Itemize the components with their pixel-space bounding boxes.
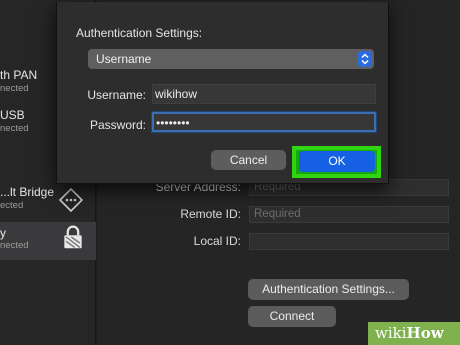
- watermark-suffix: How: [406, 324, 444, 342]
- sidebar-item-status: ected: [0, 200, 24, 211]
- auth-type-dropdown[interactable]: Username: [88, 49, 374, 69]
- watermark-prefix: wiki: [375, 324, 407, 342]
- wikihow-watermark: wikiHow: [368, 322, 460, 345]
- cancel-button[interactable]: Cancel: [211, 150, 286, 170]
- up-down-chevron-icon: [358, 51, 372, 67]
- lock-icon: [64, 225, 82, 249]
- sidebar-item-status: nected: [0, 240, 29, 251]
- local-id-label: Local ID:: [193, 234, 241, 248]
- sidebar-item-label: USB: [0, 108, 25, 122]
- username-field[interactable]: wikihow: [152, 84, 376, 104]
- ok-button[interactable]: OK: [299, 151, 375, 172]
- remote-id-label: Remote ID:: [180, 207, 241, 221]
- password-label: Password:: [89, 118, 146, 132]
- dialog-title: Authentication Settings:: [76, 26, 203, 40]
- username-label: Username:: [87, 88, 146, 102]
- authentication-settings-dialog: Authentication Settings: Username Userna…: [56, 2, 389, 184]
- sidebar-item-label: y: [0, 226, 6, 240]
- remote-id-input[interactable]: Required: [249, 206, 449, 223]
- bridge-arrows-icon: [58, 187, 84, 213]
- connect-button[interactable]: Connect: [248, 306, 336, 327]
- sidebar-item-label: th PAN: [0, 68, 38, 82]
- password-field[interactable]: ••••••••: [152, 112, 376, 132]
- authentication-settings-button[interactable]: Authentication Settings...: [248, 279, 409, 300]
- sidebar-item-label: ...lt Bridge: [0, 185, 55, 199]
- sidebar-item-status: nected: [0, 123, 29, 134]
- sidebar-item-vpn[interactable]: y nected: [0, 222, 96, 260]
- local-id-input[interactable]: [249, 233, 449, 250]
- sidebar-item-status: nected: [0, 83, 29, 94]
- auth-type-selected-value: Username: [96, 52, 152, 66]
